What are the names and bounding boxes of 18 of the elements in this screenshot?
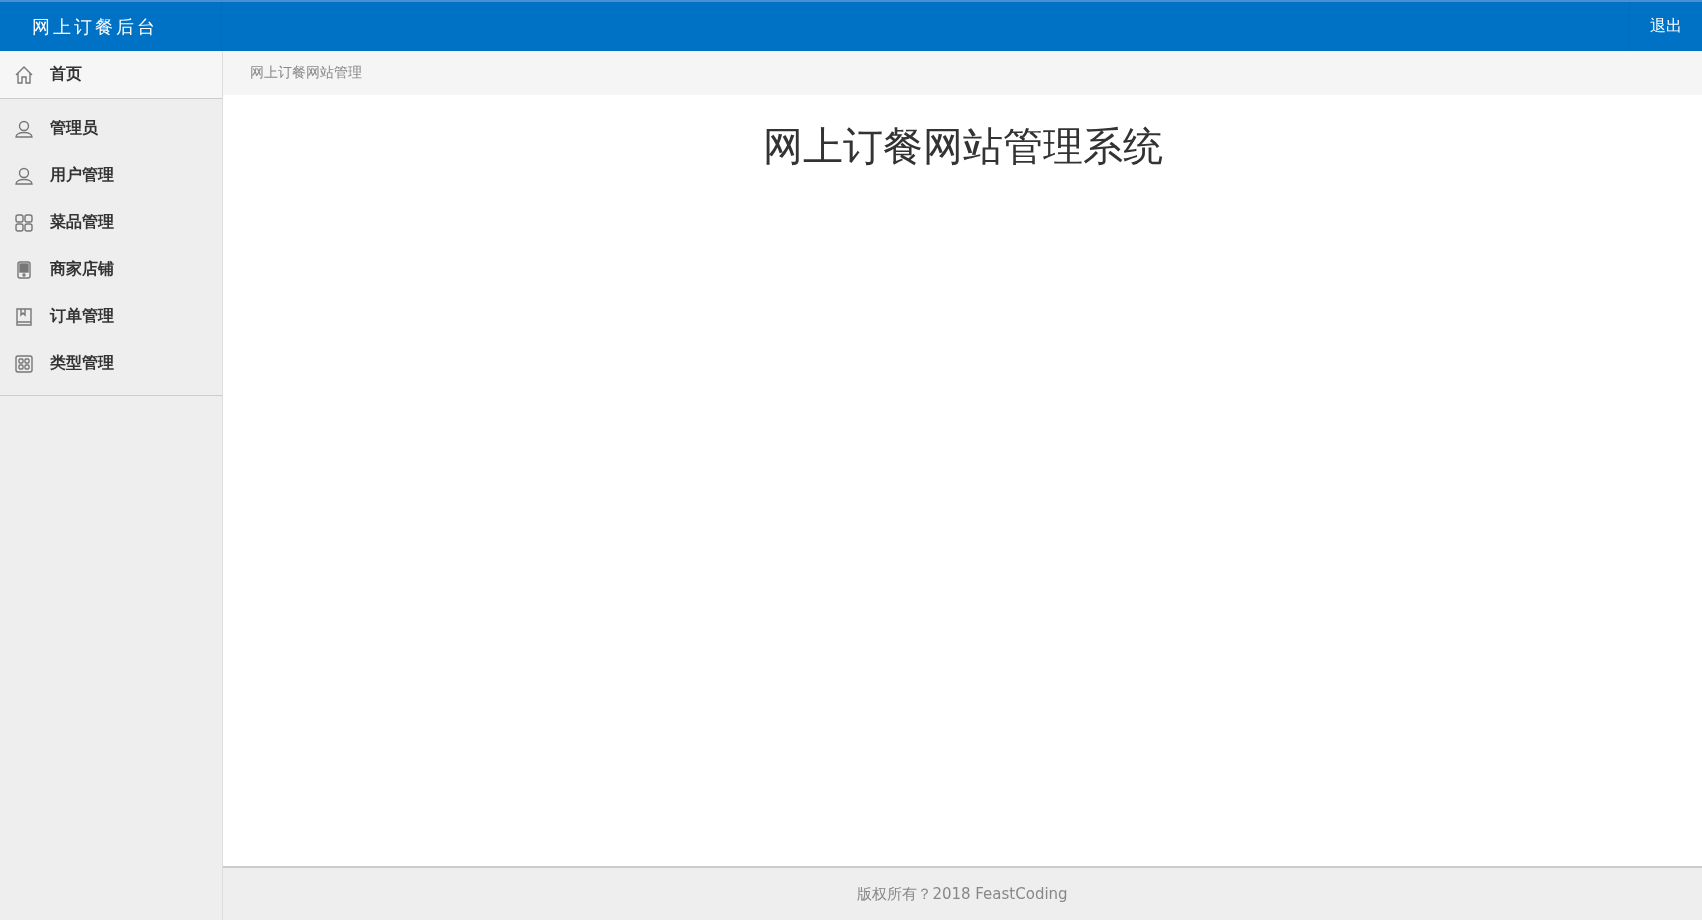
- sidebar-item[interactable]: 类型管理: [0, 340, 222, 387]
- user-icon: [14, 118, 34, 139]
- sidebar-item[interactable]: 商家店铺: [0, 246, 222, 293]
- book-icon: [14, 306, 34, 327]
- sidebar-item[interactable]: 用户管理: [0, 152, 222, 199]
- breadcrumb: 网上订餐网站管理: [250, 64, 362, 82]
- grid-box-icon: [14, 353, 34, 374]
- sidebar-item[interactable]: 管理员: [0, 105, 222, 152]
- copyright-text: 版权所有？2018 FeastCoding: [857, 884, 1068, 904]
- sidebar-item[interactable]: 首页: [0, 51, 222, 99]
- home-icon: [14, 64, 34, 85]
- page-title: 网上订餐网站管理系统: [762, 122, 1163, 171]
- app-title: 网上订餐后台: [32, 14, 158, 39]
- user-icon: [14, 165, 34, 186]
- sidebar-item[interactable]: 订单管理: [0, 293, 222, 340]
- grid-icon: [14, 212, 34, 233]
- sidebar-item[interactable]: 菜品管理: [0, 199, 222, 246]
- phone-icon: [14, 259, 34, 280]
